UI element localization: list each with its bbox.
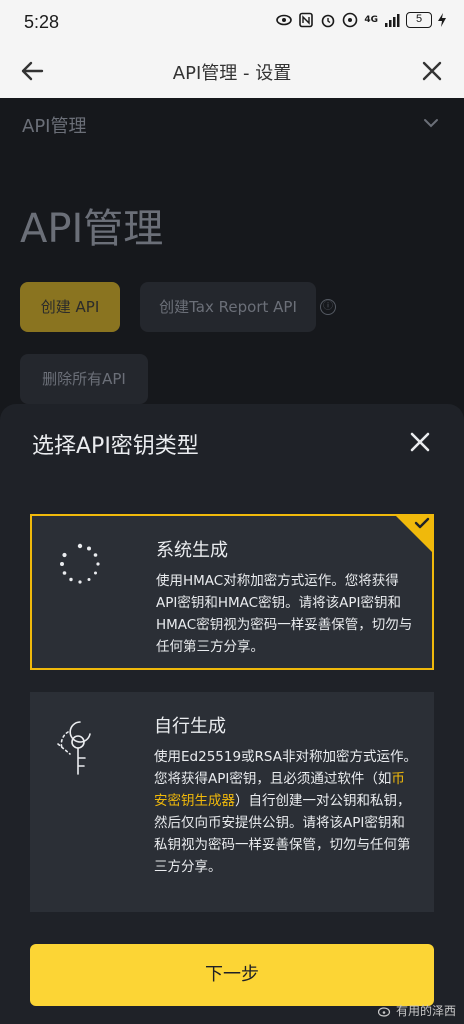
- nfc-icon: [299, 12, 314, 28]
- section-title: API管理: [22, 116, 87, 137]
- create-tax-report-api-button[interactable]: 创建Tax Report API: [140, 282, 316, 332]
- description-text: 使用Ed25519或RSA非对称加密方式运作。您将获得API密钥，且必须通过软件…: [154, 749, 417, 787]
- option-description: 使用HMAC对称加密方式运作。您将获得API密钥和HMAC密钥。请将该API密钥…: [156, 573, 413, 655]
- status-icons: 4G 5: [276, 12, 446, 28]
- page-title: API管理 - 设置: [172, 63, 292, 84]
- sheet-title: 选择API密钥类型: [32, 434, 199, 459]
- delete-all-api-button[interactable]: 删除所有API: [20, 354, 148, 404]
- option-self-generated[interactable]: 自行生成 使用Ed25519或RSA非对称加密方式运作。您将获得API密钥，且必…: [30, 692, 434, 912]
- api-key-type-sheet: 选择API密钥类型 系统生成 使用HMAC对称加密方式运作。您将获得API密钥和…: [0, 404, 464, 1024]
- watermark: 有用的泽西: [378, 1002, 456, 1019]
- chevron-down-icon[interactable]: [422, 114, 440, 132]
- eye-icon: [276, 14, 293, 26]
- option-title: 系统生成: [156, 540, 228, 561]
- sheet-close-icon[interactable]: [408, 430, 432, 454]
- charging-icon: [438, 13, 446, 27]
- weibo-icon: [378, 1007, 391, 1017]
- next-button[interactable]: 下一步: [30, 944, 434, 1006]
- option-system-generated[interactable]: 系统生成 使用HMAC对称加密方式运作。您将获得API密钥和HMAC密钥。请将该…: [30, 514, 434, 670]
- info-icon[interactable]: ⓘ: [320, 299, 336, 315]
- close-icon[interactable]: [418, 57, 446, 85]
- signal-icon: [385, 14, 400, 27]
- app-bar: API管理 - 设置: [0, 44, 464, 98]
- network-label: 4G: [364, 15, 378, 25]
- alarm-icon: [322, 14, 335, 28]
- status-time: 5:28: [24, 12, 60, 32]
- selected-check-icon: [394, 514, 434, 554]
- option-description: 使用Ed25519或RSA非对称加密方式运作。您将获得API密钥，且必须通过软件…: [154, 746, 418, 878]
- battery-icon: 5: [406, 12, 432, 28]
- status-bar: 5:28 4G 5: [0, 0, 464, 44]
- api-management-heading: API管理: [20, 206, 164, 252]
- hotspot-icon: [343, 12, 358, 28]
- create-api-button[interactable]: 创建 API: [20, 282, 120, 332]
- key-icon: [57, 721, 91, 775]
- loading-spinner-icon: [60, 543, 100, 584]
- watermark-text: 有用的泽西: [395, 1004, 456, 1018]
- option-title: 自行生成: [154, 716, 226, 737]
